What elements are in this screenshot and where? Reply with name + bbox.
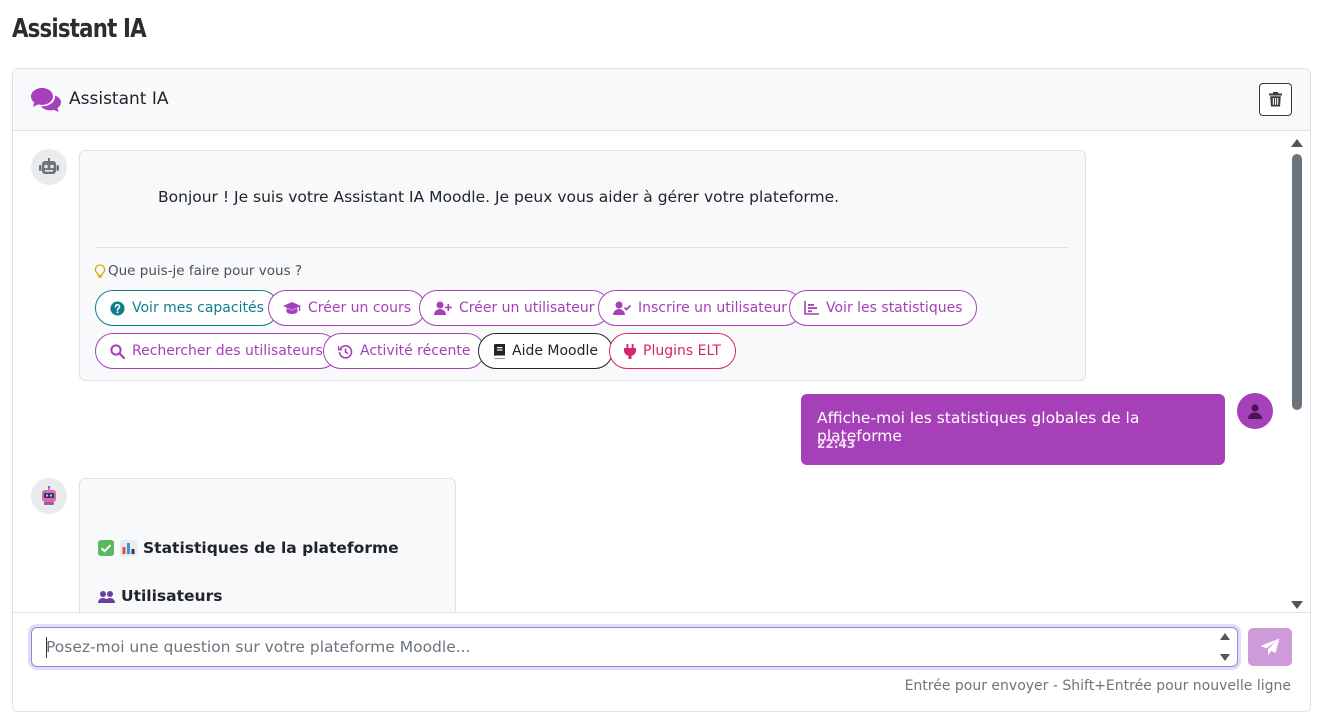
history-icon bbox=[338, 344, 353, 359]
graduation-cap-icon bbox=[283, 302, 301, 314]
assistant-card: Assistant IA Bonjour ! Je suis votre Ass… bbox=[12, 68, 1311, 712]
comments-icon bbox=[31, 88, 61, 112]
users-title: Utilisateurs bbox=[98, 587, 222, 605]
elt-plugins-button[interactable]: Plugins ELT bbox=[609, 333, 736, 369]
page-title: Assistant IA bbox=[12, 14, 147, 44]
bot-stats-message: Statistiques de la plateforme Utilisateu… bbox=[79, 478, 456, 612]
input-scroll-down-arrow[interactable] bbox=[1220, 654, 1230, 661]
text-caret bbox=[46, 637, 47, 658]
user-message: Affiche-moi les statistiques globales de… bbox=[801, 394, 1225, 465]
create-course-label: Créer un cours bbox=[308, 300, 412, 316]
stats-title-text: Statistiques de la plateforme bbox=[143, 539, 399, 557]
clear-chat-button[interactable] bbox=[1259, 83, 1292, 116]
search-icon bbox=[110, 343, 125, 359]
elt-plugins-label: Plugins ELT bbox=[643, 343, 721, 359]
input-area: Entrée pour envoyer - Shift+Entrée pour … bbox=[13, 612, 1310, 711]
input-hint: Entrée pour envoyer - Shift+Entrée pour … bbox=[904, 678, 1291, 694]
paper-plane-icon bbox=[1260, 638, 1280, 655]
send-button[interactable] bbox=[1248, 628, 1292, 666]
trash-icon bbox=[1269, 92, 1282, 107]
recent-activity-button[interactable]: Activité récente bbox=[323, 333, 486, 369]
statistics-button[interactable]: Voir les statistiques bbox=[789, 290, 978, 326]
lightbulb-icon bbox=[94, 263, 106, 278]
welcome-text: Bonjour ! Je suis votre Assistant IA Moo… bbox=[158, 188, 840, 206]
bar-chart-icon bbox=[120, 540, 137, 556]
create-user-label: Créer un utilisateur bbox=[459, 300, 595, 316]
scroll-thumb[interactable] bbox=[1292, 154, 1302, 410]
chat-scrollbar[interactable] bbox=[1290, 137, 1304, 609]
message-input[interactable] bbox=[31, 627, 1238, 667]
input-scroll-up-arrow[interactable] bbox=[1220, 633, 1230, 640]
card-title: Assistant IA bbox=[69, 89, 169, 109]
search-users-button[interactable]: Rechercher des utilisateurs bbox=[95, 333, 338, 369]
bot-avatar bbox=[31, 149, 67, 185]
user-plus-icon bbox=[434, 301, 452, 315]
user-avatar bbox=[1237, 393, 1273, 429]
user-message-time: 22:43 bbox=[817, 437, 856, 451]
bot-avatar bbox=[31, 478, 67, 514]
robot-face-icon bbox=[42, 486, 56, 505]
robot-icon bbox=[39, 158, 59, 174]
capabilities-button[interactable]: Voir mes capacités bbox=[95, 290, 279, 326]
capabilities-label: Voir mes capacités bbox=[132, 300, 264, 316]
card-header: Assistant IA bbox=[13, 69, 1310, 131]
moodle-help-button[interactable]: Aide Moodle bbox=[478, 333, 614, 369]
suggest-label: Que puis-je faire pour vous ? bbox=[94, 263, 302, 279]
moodle-help-label: Aide Moodle bbox=[512, 343, 599, 359]
chart-icon bbox=[804, 301, 819, 315]
chat-messages[interactable]: Bonjour ! Je suis votre Assistant IA Moo… bbox=[13, 131, 1310, 612]
users-title-text: Utilisateurs bbox=[121, 587, 223, 605]
plug-icon bbox=[624, 343, 636, 359]
bot-welcome-message: Bonjour ! Je suis votre Assistant IA Moo… bbox=[79, 150, 1086, 381]
enroll-user-button[interactable]: Inscrire un utilisateur bbox=[598, 290, 802, 326]
create-user-button[interactable]: Créer un utilisateur bbox=[419, 290, 610, 326]
check-mark-icon bbox=[98, 540, 114, 556]
enroll-user-label: Inscrire un utilisateur bbox=[638, 300, 787, 316]
user-icon bbox=[1248, 403, 1262, 419]
create-course-button[interactable]: Créer un cours bbox=[268, 290, 427, 326]
user-message-text: Affiche-moi les statistiques globales de… bbox=[817, 409, 1140, 445]
question-circle-icon bbox=[110, 300, 125, 316]
recent-activity-label: Activité récente bbox=[360, 343, 471, 359]
divider bbox=[96, 247, 1069, 248]
scroll-up-arrow[interactable] bbox=[1291, 139, 1303, 147]
scroll-down-arrow[interactable] bbox=[1291, 601, 1303, 609]
suggest-label-text: Que puis-je faire pour vous ? bbox=[108, 263, 303, 279]
statistics-label: Voir les statistiques bbox=[826, 300, 963, 316]
search-users-label: Rechercher des utilisateurs bbox=[132, 343, 323, 359]
stats-title: Statistiques de la plateforme bbox=[98, 539, 399, 557]
users-icon bbox=[98, 591, 115, 603]
user-check-icon bbox=[613, 301, 631, 315]
book-icon bbox=[493, 343, 505, 359]
